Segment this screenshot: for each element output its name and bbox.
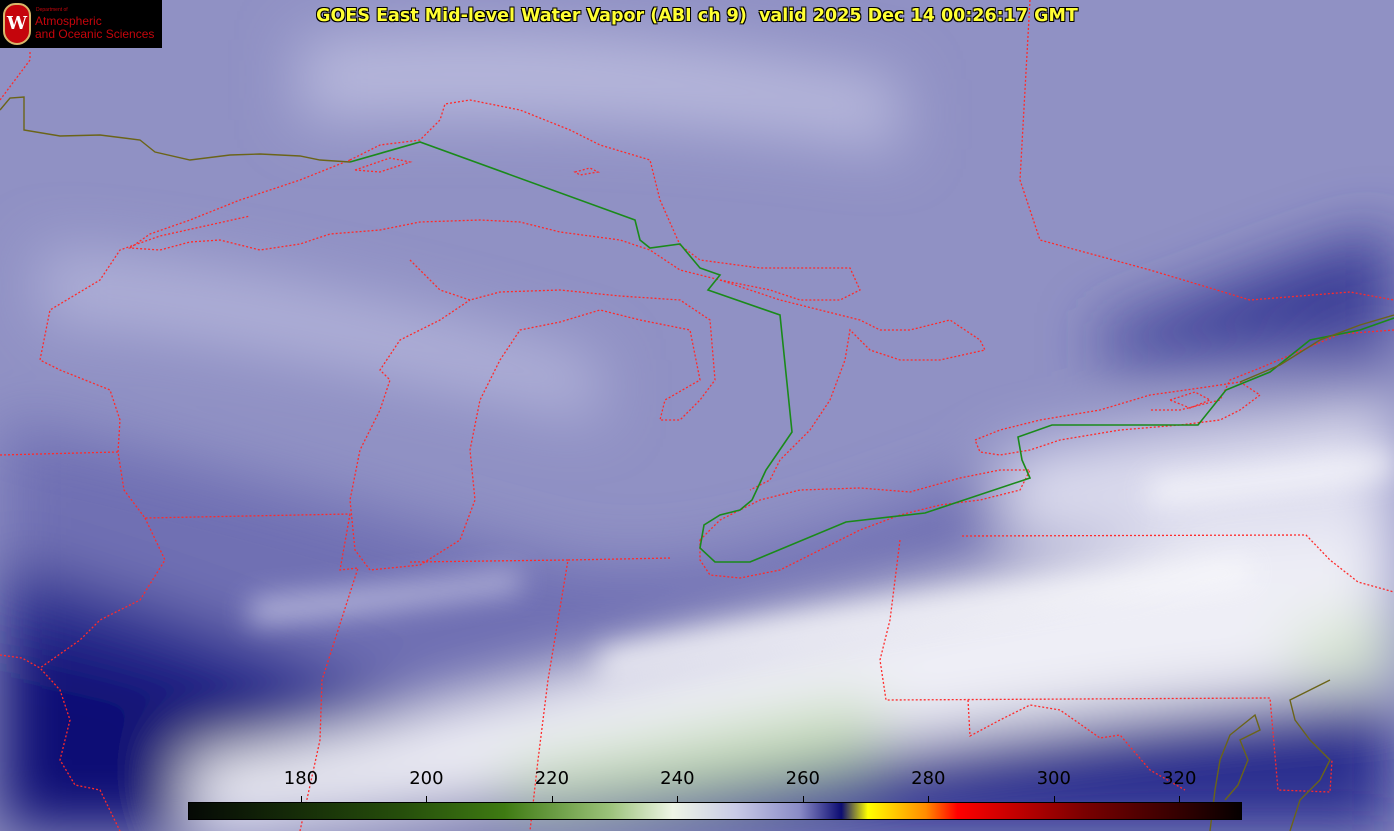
colorbar-tick-label: 320 <box>1162 768 1197 789</box>
colorbar-tick-mark <box>426 796 428 803</box>
colorbar-tick-mark <box>928 796 930 803</box>
colorbar-tick-label: 260 <box>785 768 821 789</box>
image-title: GOES East Mid-level Water Vapor (ABI ch … <box>316 6 1078 26</box>
colorbar-tick-mark <box>677 796 679 803</box>
colorbar-tick-label: 280 <box>911 768 946 789</box>
colorbar-tick-mark <box>300 796 302 803</box>
colorbar-tick-mark <box>802 796 804 803</box>
water-vapor-map <box>0 0 1394 831</box>
colorbar-tick-mark <box>1053 796 1055 803</box>
logo-oceanic-text: and Oceanic Sciences <box>35 27 155 41</box>
colorbar-tick-label: 240 <box>660 768 695 789</box>
colorbar-tick-mark <box>1179 796 1181 803</box>
colorbar-tick-label: 200 <box>409 768 444 789</box>
colorbar-tick-label: 220 <box>534 768 570 789</box>
colorbar-frame <box>188 802 1242 820</box>
colorbar-tick-label: 300 <box>1036 768 1071 789</box>
colorbar-tick-label: 180 <box>283 768 319 789</box>
colorbar-tick-mark <box>551 796 553 803</box>
